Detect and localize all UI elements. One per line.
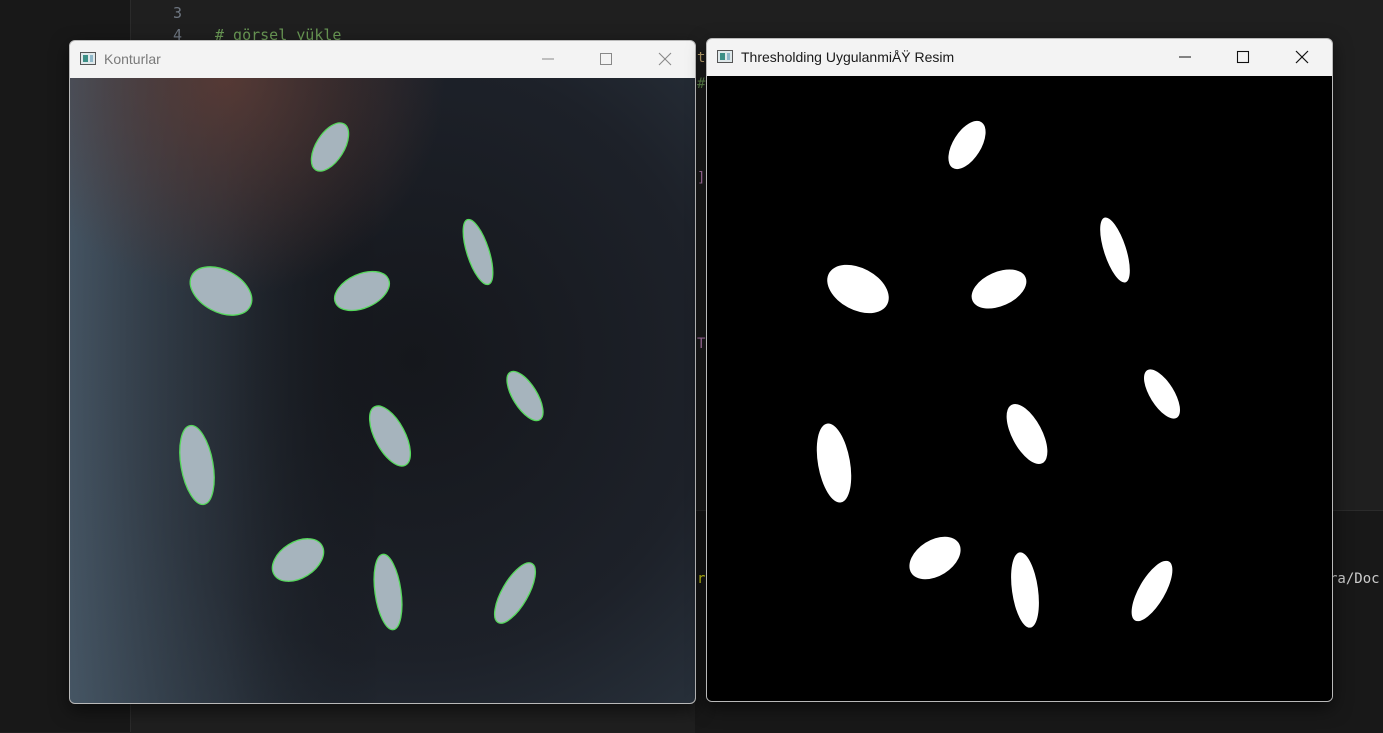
- code-fragment: ]: [697, 170, 706, 186]
- code-fragment: #: [697, 76, 706, 92]
- app-icon: [80, 52, 96, 65]
- minimize-button[interactable]: [1162, 42, 1208, 72]
- titlebar[interactable]: Konturlar: [70, 41, 695, 77]
- app-icon: [717, 50, 733, 63]
- line-number: 3: [173, 4, 183, 22]
- window-konturlar[interactable]: Konturlar: [69, 40, 696, 704]
- threshold-image: [707, 76, 1332, 701]
- close-icon: [1295, 50, 1309, 64]
- window-title: Thresholding UygulanmiÅŸ Resim: [741, 49, 955, 65]
- code-fragment: t: [697, 50, 706, 66]
- minimize-button[interactable]: [525, 44, 571, 74]
- close-icon: [658, 52, 672, 66]
- minimize-icon: [542, 58, 554, 60]
- window-title: Konturlar: [104, 51, 161, 67]
- maximize-icon: [600, 53, 612, 65]
- minimize-icon: [1179, 56, 1191, 58]
- contour-image: [70, 78, 695, 703]
- terminal-fragment: ra/Doc: [1329, 571, 1380, 587]
- close-button[interactable]: [1279, 42, 1325, 72]
- titlebar[interactable]: Thresholding UygulanmiÅŸ Resim: [707, 39, 1332, 75]
- window-thresholding[interactable]: Thresholding UygulanmiÅŸ Resim: [706, 38, 1333, 702]
- maximize-icon: [1236, 50, 1250, 64]
- maximize-button[interactable]: [583, 44, 629, 74]
- maximize-button[interactable]: [1220, 42, 1266, 72]
- close-button[interactable]: [642, 44, 688, 74]
